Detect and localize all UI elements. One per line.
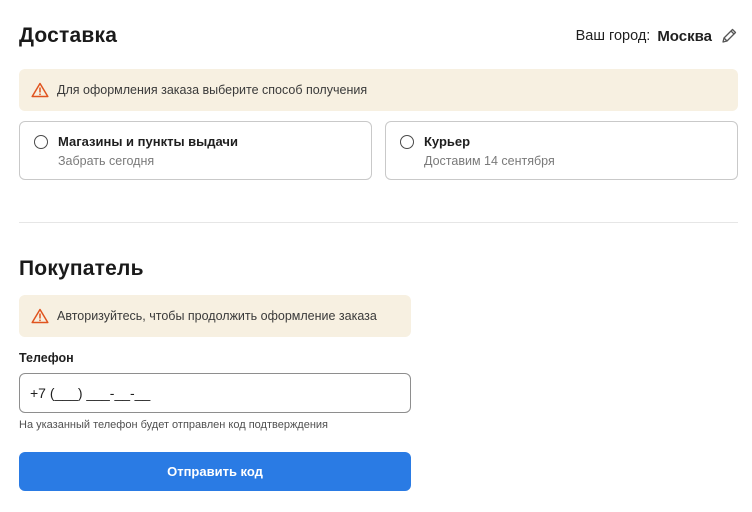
option-courier-title: Курьер xyxy=(424,134,471,149)
radio-icon[interactable] xyxy=(34,135,48,149)
option-courier-subtitle: Доставим 14 сентября xyxy=(424,154,555,168)
buyer-title: Покупатель xyxy=(19,257,144,280)
option-pickup[interactable]: Магазины и пункты выдачи Забрать сегодня xyxy=(19,121,372,180)
delivery-title: Доставка xyxy=(19,24,118,47)
city-label: Ваш город: xyxy=(575,28,651,44)
section-divider xyxy=(19,222,738,223)
city-name[interactable]: Москва xyxy=(657,28,712,45)
phone-input[interactable] xyxy=(19,373,411,413)
option-pickup-subtitle: Забрать сегодня xyxy=(58,154,155,168)
send-code-button[interactable]: Отправить код xyxy=(19,452,411,491)
auth-alert-text: Авторизуйтесь, чтобы продолжить оформлен… xyxy=(57,309,377,323)
delivery-alert: Для оформления заказа выберите способ по… xyxy=(19,69,738,111)
delivery-alert-text: Для оформления заказа выберите способ по… xyxy=(57,83,368,97)
auth-alert: Авторизуйтесь, чтобы продолжить оформлен… xyxy=(19,295,411,337)
city-selector[interactable]: Ваш город: Москва xyxy=(576,27,738,45)
warning-icon xyxy=(31,82,49,98)
radio-icon[interactable] xyxy=(400,135,414,149)
warning-icon xyxy=(31,308,49,324)
phone-hint: На указанный телефон будет отправлен код… xyxy=(19,419,329,431)
option-courier[interactable]: Курьер Доставим 14 сентября xyxy=(385,121,738,180)
pencil-icon[interactable] xyxy=(720,27,738,45)
option-pickup-title: Магазины и пункты выдачи xyxy=(58,134,238,149)
phone-label: Телефон xyxy=(19,351,74,365)
